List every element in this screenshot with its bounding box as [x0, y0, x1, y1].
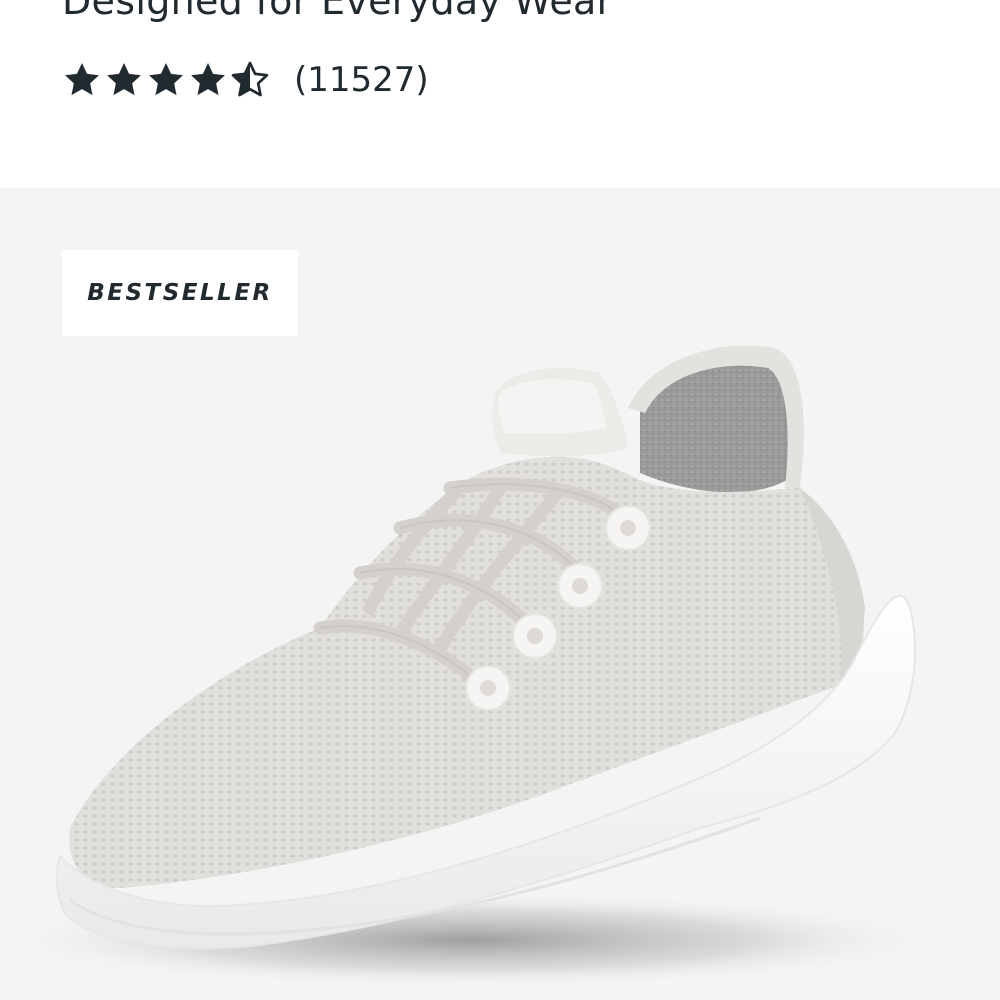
star-full-icon: [149, 63, 183, 96]
bestseller-badge: BESTSELLER: [62, 250, 298, 336]
star-half-icon: [231, 61, 269, 97]
star-full-icon: [107, 63, 141, 96]
review-count-link[interactable]: (11527): [294, 58, 429, 102]
star-full-icon: [191, 63, 225, 96]
rating-stars: [62, 60, 272, 100]
product-rating[interactable]: (11527): [62, 58, 429, 102]
product-page: Designed for Everyday Wear (11527) BESTS…: [0, 0, 1000, 1000]
product-image-panel[interactable]: BESTSELLER: [0, 188, 1000, 1000]
bestseller-badge-label: BESTSELLER: [87, 280, 273, 306]
star-full-icon: [65, 63, 99, 96]
product-subtitle: Designed for Everyday Wear: [62, 0, 613, 23]
